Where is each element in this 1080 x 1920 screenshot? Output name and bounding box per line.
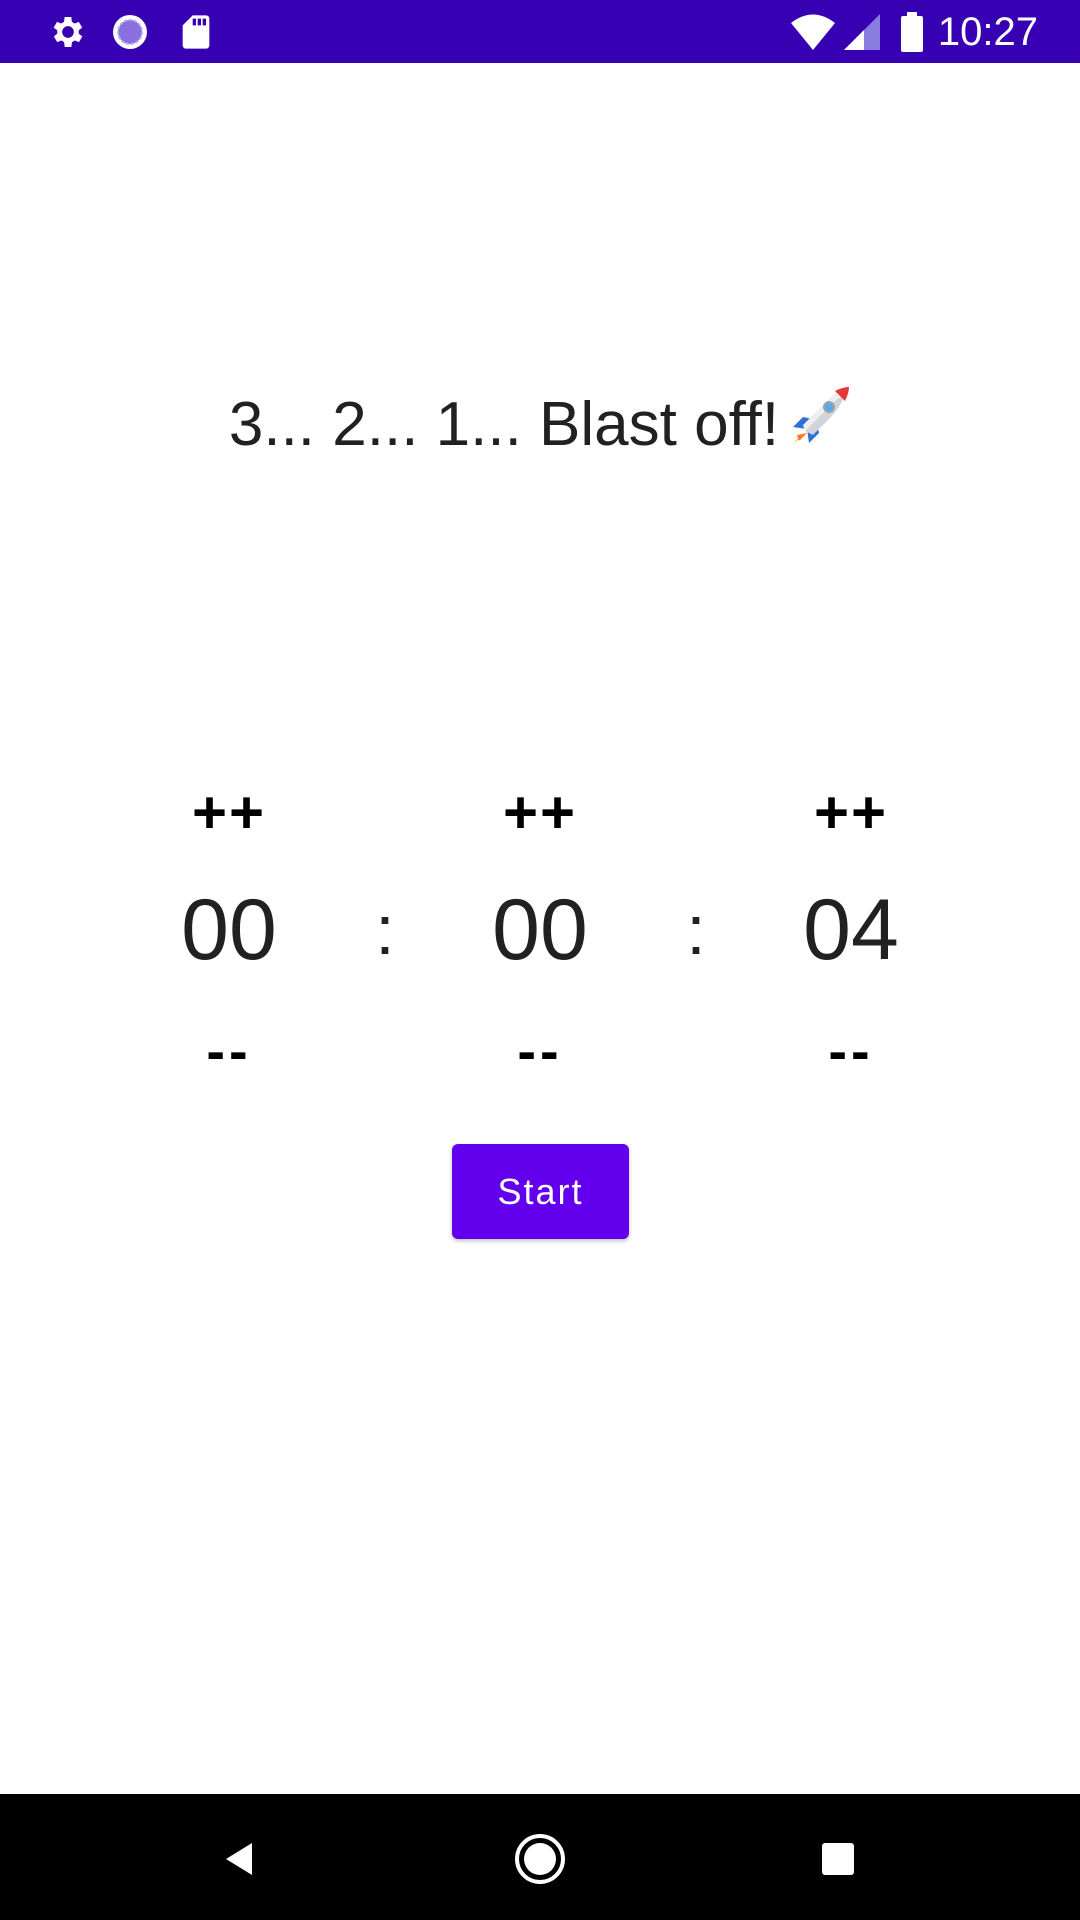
hours-value: 00: [181, 882, 277, 978]
settings-icon: [48, 12, 88, 52]
minutes-value: 00: [492, 882, 588, 978]
navigation-bar: [0, 1794, 1080, 1920]
seconds-value: 04: [803, 882, 899, 978]
app-screen: 10:27 3... 2... 1... Blast off! ++ 00 --…: [0, 0, 1080, 1920]
minutes-decrement-button[interactable]: --: [440, 1016, 640, 1086]
back-icon[interactable]: [205, 1824, 275, 1894]
recents-icon[interactable]: [803, 1824, 873, 1894]
wifi-icon: [790, 12, 836, 52]
home-icon[interactable]: [505, 1824, 575, 1894]
start-button[interactable]: Start: [452, 1144, 629, 1239]
battery-icon: [898, 12, 926, 52]
sd-card-icon: [176, 12, 216, 52]
seconds-increment-button[interactable]: ++: [751, 778, 951, 848]
separator-colon: :: [686, 891, 706, 969]
seconds-decrement-button[interactable]: --: [751, 1016, 951, 1086]
separator-colon: :: [375, 891, 395, 969]
page-title: 3... 2... 1... Blast off!: [0, 380, 1080, 470]
title-text: 3... 2... 1... Blast off!: [228, 390, 780, 459]
minutes-increment-button[interactable]: ++: [440, 778, 640, 848]
status-bar: 10:27: [0, 0, 1080, 63]
sync-icon: [110, 12, 150, 52]
signal-icon: [842, 12, 882, 52]
hours-decrement-button[interactable]: --: [129, 1016, 329, 1086]
hours-increment-button[interactable]: ++: [129, 778, 329, 848]
status-time: 10:27: [937, 10, 1038, 54]
rocket-icon: [785, 385, 851, 451]
